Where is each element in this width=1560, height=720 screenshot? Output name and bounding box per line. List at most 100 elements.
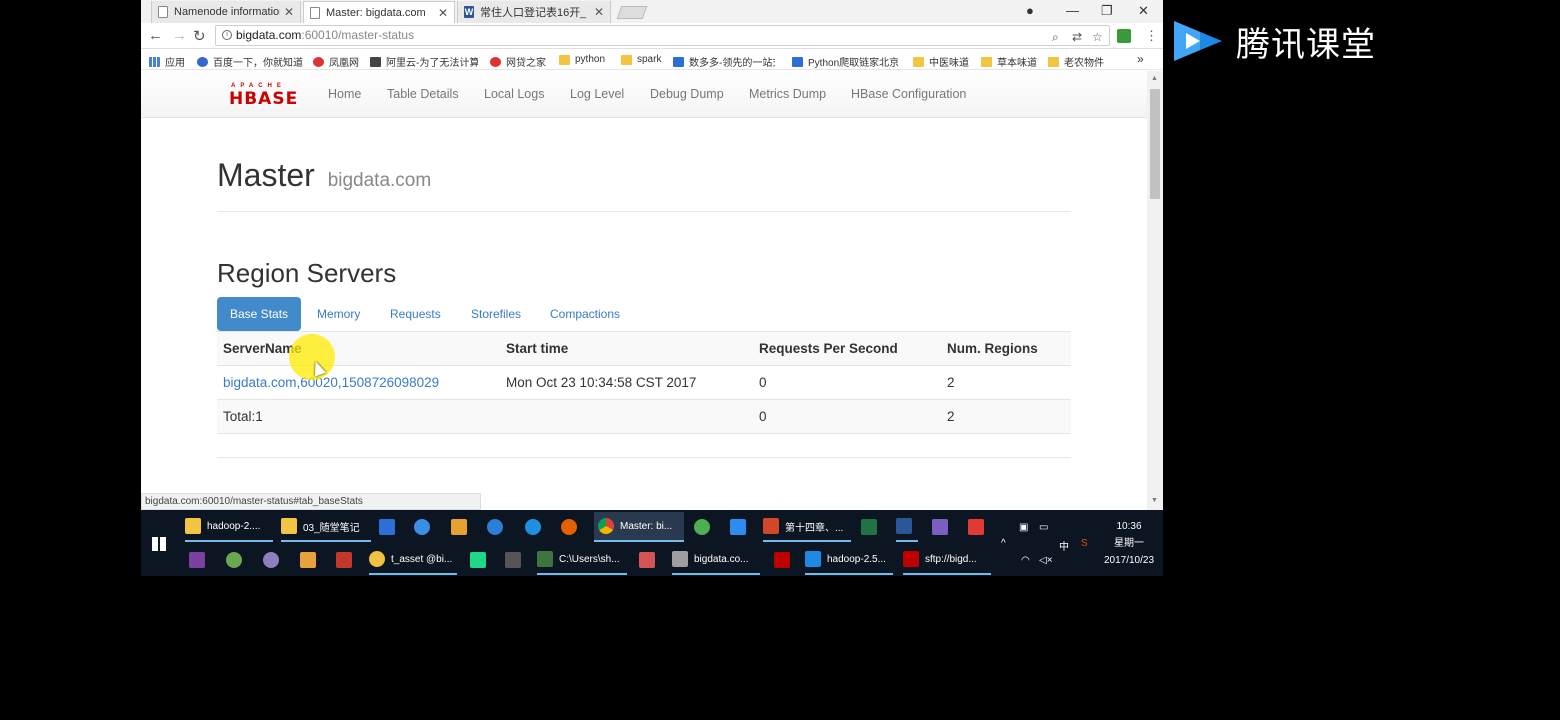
taskbar-app[interactable] [189, 545, 211, 575]
star-icon[interactable]: ☆ [1092, 28, 1103, 47]
more-bookmarks-icon[interactable]: » [1137, 52, 1144, 66]
chevron-up-icon[interactable]: ^ [1001, 538, 1006, 549]
tab-compactions[interactable]: Compactions [550, 297, 620, 331]
close-tab-icon[interactable]: ✕ [594, 5, 604, 19]
nav-table-details[interactable]: Table Details [387, 87, 459, 101]
taskbar-filezilla[interactable] [774, 545, 796, 575]
tab-base-stats[interactable]: Base Stats [217, 297, 302, 331]
taskbar-ie[interactable] [525, 512, 547, 542]
taskbar-app[interactable] [263, 545, 285, 575]
nav-log-level[interactable]: Log Level [570, 87, 624, 101]
taskbar-excel[interactable] [861, 512, 883, 542]
extension-icon[interactable] [1117, 29, 1131, 43]
bookmark-aliyun[interactable]: 阿里云-为了无法计算 [370, 54, 478, 69]
close-tab-icon[interactable]: ✕ [284, 5, 294, 19]
taskbar-folder-hadoop[interactable]: hadoop-2.... [185, 512, 273, 542]
taskbar-bigdata[interactable]: bigdata.co... [672, 545, 760, 575]
tray-app-icon[interactable]: ▣ [1019, 522, 1028, 533]
server-link[interactable]: bigdata.com,60020,1508726098029 [223, 375, 439, 390]
taskbar-app[interactable] [932, 512, 954, 542]
bookmark-python[interactable]: python [559, 54, 605, 65]
close-window-icon[interactable]: ✕ [1138, 3, 1149, 19]
tab-memory[interactable]: Memory [317, 297, 360, 331]
bookmark-wangdai[interactable]: 网贷之家 [490, 54, 546, 69]
taskbar-label: 第十四章、... [785, 522, 844, 534]
taskbar-app[interactable] [730, 512, 752, 542]
bookmark-ifeng[interactable]: 凤凰网 [313, 54, 359, 69]
tab-word-doc[interactable]: W 常住人口登记表16开_wo ✕ [457, 1, 611, 23]
taskbar-app[interactable] [226, 545, 248, 575]
taskbar-app[interactable] [300, 545, 322, 575]
taskbar-pycharm[interactable] [470, 545, 492, 575]
menu-icon[interactable]: ⋮ [1145, 28, 1158, 44]
tab-storefiles[interactable]: Storefiles [471, 297, 521, 331]
restore-icon[interactable]: ❐ [1101, 3, 1113, 19]
tab-title: Namenode information [174, 6, 280, 18]
tab-namenode[interactable]: Namenode information ✕ [151, 1, 301, 23]
page-scrollbar[interactable]: ▲ ▼ [1147, 71, 1163, 510]
taskbar-cmd[interactable]: C:\Users\sh... [537, 545, 627, 575]
taskbar-firefox[interactable] [561, 512, 583, 542]
zoom-icon[interactable]: ⌕ [1052, 28, 1059, 47]
windows-start-icon[interactable] [152, 537, 166, 551]
reload-icon[interactable]: ↻ [193, 27, 206, 45]
new-tab-button[interactable] [616, 6, 648, 19]
hbase-logo[interactable]: APACHE HBASE [229, 83, 303, 109]
ime-indicator[interactable]: 中 [1059, 538, 1069, 553]
taskbar-app[interactable] [487, 512, 509, 542]
close-tab-icon[interactable]: ✕ [438, 6, 448, 20]
url-input[interactable]: i bigdata.com:60010/master-status ⌕ ⇄ ☆ [215, 25, 1110, 46]
tab-requests[interactable]: Requests [390, 297, 441, 331]
taskbar-app[interactable] [336, 545, 358, 575]
taskbar-app[interactable] [968, 512, 990, 542]
scroll-up-icon[interactable]: ▲ [1151, 75, 1158, 82]
shuduoduo-icon [673, 56, 684, 67]
volume-muted-icon[interactable]: ◁× [1039, 555, 1053, 566]
scroll-thumb[interactable] [1150, 89, 1160, 199]
nav-home[interactable]: Home [328, 87, 361, 101]
powerpoint-icon [763, 518, 779, 534]
battery-icon[interactable]: ▭ [1039, 522, 1048, 533]
taskbar-folder-notes[interactable]: 03_随堂笔记 [281, 512, 371, 542]
taskbar-app[interactable] [414, 512, 436, 542]
col-requests-per-second: Requests Per Second [753, 331, 941, 366]
network-icon[interactable]: ◠ [1021, 555, 1030, 566]
bookmark-laonong[interactable]: 老农物件 [1048, 54, 1104, 69]
translate-icon[interactable]: ⇄ [1072, 28, 1082, 47]
bookmark-apps[interactable]: 应用 [149, 54, 185, 69]
tab-master[interactable]: Master: bigdata.com ✕ [303, 1, 455, 23]
taskbar-app[interactable] [694, 512, 716, 542]
back-icon[interactable]: ← [148, 27, 163, 44]
taskbar-app[interactable] [379, 512, 401, 542]
nav-hbase-configuration[interactable]: HBase Configuration [851, 87, 966, 101]
nav-debug-dump[interactable]: Debug Dump [650, 87, 724, 101]
profile-icon[interactable]: ● [1026, 3, 1034, 18]
tab-title: Master: bigdata.com [326, 6, 426, 19]
taskbar-hadoop-vm[interactable]: hadoop-2.5... [805, 545, 893, 575]
taskbar-word[interactable] [896, 512, 918, 542]
forward-icon[interactable]: → [172, 27, 187, 44]
bookmark-baidu[interactable]: 百度一下，你就知道 [197, 54, 303, 69]
taskbar-navicat[interactable]: t_asset @bi... [369, 545, 457, 575]
bookmark-caoben[interactable]: 草本味道 [981, 54, 1037, 69]
taskbar-powerpoint[interactable]: 第十四章、... [763, 512, 851, 542]
bookmark-spark[interactable]: spark [621, 54, 661, 65]
nav-metrics-dump[interactable]: Metrics Dump [749, 87, 826, 101]
taskbar-intellij[interactable] [505, 545, 527, 575]
minimize-icon[interactable]: — [1066, 3, 1079, 18]
taskbar-app[interactable] [639, 545, 661, 575]
info-icon[interactable]: i [222, 30, 232, 40]
taskbar-app[interactable] [451, 512, 473, 542]
taskbar-chrome-master[interactable]: Master: bi... [594, 512, 684, 542]
bookmark-zhongyi[interactable]: 中医味道 [913, 54, 969, 69]
taskbar-sftp[interactable]: sftp://bigd... [903, 545, 991, 575]
system-clock[interactable]: 10:36 星期一 2017/10/23 [1097, 518, 1161, 569]
filezilla-icon [774, 552, 790, 568]
bookmark-zhihu[interactable]: Python爬取链家北京 [792, 54, 898, 69]
nav-local-logs[interactable]: Local Logs [484, 87, 544, 101]
bookmark-shuduoduo[interactable]: 数多多-领先的一站式 [673, 54, 775, 69]
scroll-down-icon[interactable]: ▼ [1151, 497, 1158, 504]
app-icon [189, 552, 205, 568]
sogou-icon[interactable]: S [1081, 538, 1088, 549]
url-host: bigdata.com [236, 28, 302, 42]
